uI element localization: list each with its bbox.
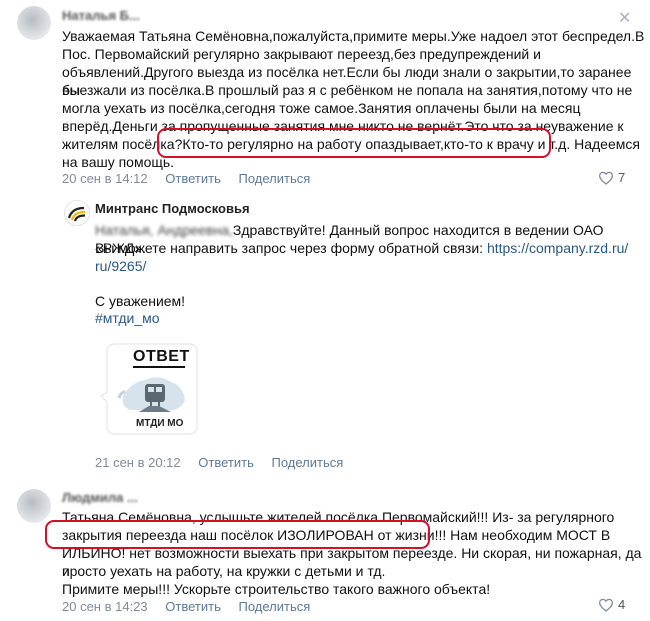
close-icon[interactable]: ✕ xyxy=(618,8,631,28)
reply-line: Вы можете направить запрос через форму о… xyxy=(95,239,628,257)
reply-button[interactable]: Ответить xyxy=(165,171,221,186)
answer-sticker: ОТВЕТ МТДИ МО xyxy=(100,340,201,438)
like-count: 4 xyxy=(618,597,626,612)
reply-button[interactable]: Ответить xyxy=(198,455,254,470)
heart-icon xyxy=(598,598,614,612)
like-count: 7 xyxy=(618,170,626,185)
sticker-title: ОТВЕТ xyxy=(133,348,190,365)
highlight-annotation xyxy=(157,128,551,158)
comment-author[interactable]: Наталья Б... xyxy=(62,8,140,23)
comment-line: Примите меры!!! Ускорьте строительство т… xyxy=(62,581,491,597)
comment-meta: 20 сен в 14:23 Ответить Поделиться xyxy=(62,599,324,614)
comment-line: Пос. Первомайский регулярно закрывают пе… xyxy=(62,46,541,62)
reply-sign: С уважением! xyxy=(95,293,186,309)
reply-meta: 21 сен в 20:12 Ответить Поделиться xyxy=(95,455,357,470)
reply-text: Вы можете направить запрос через форму о… xyxy=(95,240,484,256)
share-button[interactable]: Поделиться xyxy=(271,455,343,470)
comment-line: Уважаемая Татьяна Семёновна,пожалуйста,п… xyxy=(62,28,645,44)
avatar[interactable] xyxy=(17,6,51,40)
avatar[interactable] xyxy=(17,489,51,523)
mintrans-logo xyxy=(67,206,86,222)
heart-icon xyxy=(598,171,614,185)
sticker-caption: МТДИ МО xyxy=(136,418,184,429)
like-button[interactable]: 4 xyxy=(598,597,625,612)
greeting-name: Наталья, Андреевна, xyxy=(95,222,233,238)
reply-link[interactable]: ru/9265/ xyxy=(95,257,146,275)
comment-author[interactable]: Людмила ... xyxy=(62,490,138,505)
comment-line: выезжали из посёлка.В прошлый раз я с ре… xyxy=(62,82,633,98)
like-button[interactable]: 7 xyxy=(598,170,625,185)
reply-link[interactable]: https://company.rzd.ru/ xyxy=(487,240,628,256)
share-button[interactable]: Поделиться xyxy=(238,599,310,614)
share-button[interactable]: Поделиться xyxy=(238,171,310,186)
comment-line: на вашу помощь. xyxy=(62,154,175,170)
highlight-annotation xyxy=(45,520,430,549)
comment-date[interactable]: 20 сен в 14:23 xyxy=(62,599,148,614)
reply-button[interactable]: Ответить xyxy=(165,599,221,614)
comment-line: могла уехать из посёлка,сегодня тоже сам… xyxy=(62,100,581,116)
avatar[interactable] xyxy=(64,200,90,226)
reply-author[interactable]: Минтранс Подмосковья xyxy=(95,201,250,216)
comment-meta: 20 сен в 14:12 Ответить Поделиться xyxy=(62,171,324,186)
reply-date[interactable]: 21 сен в 20:12 xyxy=(95,455,181,470)
comment-line: просто уехать на работу, на кружки с дет… xyxy=(62,563,386,579)
hashtag-link[interactable]: #мтди_мо xyxy=(95,309,160,327)
comment-date[interactable]: 20 сен в 14:12 xyxy=(62,171,148,186)
